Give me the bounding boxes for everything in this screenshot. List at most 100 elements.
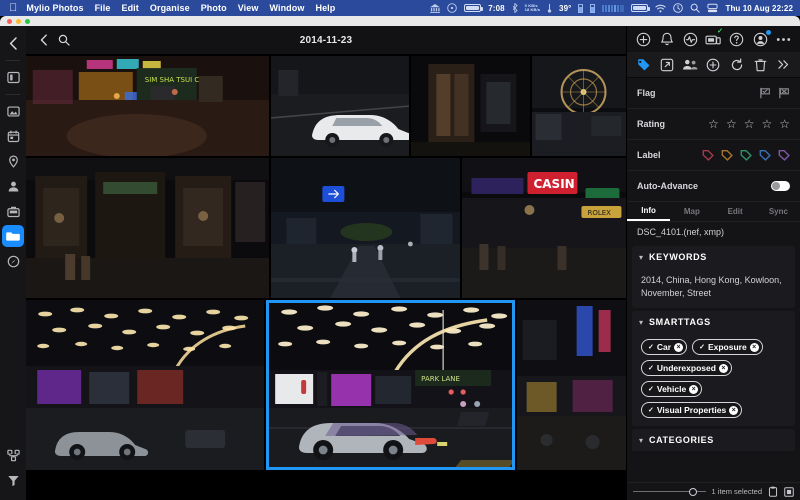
graph-icon[interactable] <box>602 4 625 12</box>
clipboard-icon[interactable] <box>768 486 778 497</box>
photo-street-neon[interactable] <box>516 300 626 470</box>
spotlight-search-icon[interactable] <box>690 3 701 13</box>
menu-view[interactable]: View <box>238 3 259 13</box>
wifi-icon[interactable] <box>655 4 667 13</box>
star-outline-icon[interactable]: ☆ <box>708 118 719 130</box>
flag-reject-icon[interactable] <box>778 87 790 99</box>
activity-button[interactable] <box>682 31 699 48</box>
star-outline-icon[interactable]: ☆ <box>726 118 737 130</box>
tab-sync[interactable]: Sync <box>757 202 800 221</box>
sidebar-item-projects[interactable] <box>2 200 24 222</box>
keywords-text[interactable]: 2014, China, Hong Kong, Kowloon, Novembe… <box>641 274 786 300</box>
menu-window[interactable]: Window <box>269 3 304 13</box>
menu-photo[interactable]: Photo <box>201 3 227 13</box>
tag-tool[interactable] <box>635 56 652 73</box>
photo-walkway[interactable] <box>271 158 461 298</box>
people-tool[interactable] <box>682 56 699 73</box>
photo-doorway[interactable] <box>411 56 530 156</box>
sidebar-item-filter[interactable] <box>2 469 24 491</box>
photo-casino[interactable]: CASIN ROLEX <box>462 158 626 298</box>
sidebar-item-all-photos[interactable] <box>2 100 24 122</box>
sensor2-icon[interactable] <box>590 3 596 13</box>
label-tag-icon-orange[interactable] <box>721 149 733 161</box>
cd-icon[interactable] <box>447 3 458 13</box>
thumbnail-size-slider[interactable] <box>633 487 706 496</box>
close-icon[interactable]: × <box>674 342 684 352</box>
close-window-button[interactable] <box>7 18 12 24</box>
flag-set-icon[interactable] <box>759 87 771 99</box>
smarttag-chip[interactable]: ✓ Exposure × <box>692 339 763 355</box>
battery-icon[interactable] <box>464 4 484 12</box>
sidebar-item-people[interactable] <box>2 175 24 197</box>
menu-help[interactable]: Help <box>315 3 335 13</box>
browser-search-button[interactable] <box>54 30 74 50</box>
menubar-clock[interactable]: Thu 10 Aug 22:22 <box>725 4 793 13</box>
smarttag-chip[interactable]: ✓ Underexposed × <box>641 360 732 376</box>
photo-lights-plaza[interactable] <box>26 300 265 470</box>
smarttag-chip[interactable]: ✓ Vehicle × <box>641 381 703 397</box>
close-icon[interactable]: × <box>718 363 728 373</box>
timemachine-icon[interactable] <box>673 3 684 13</box>
label-tag-icon-red[interactable] <box>702 149 714 161</box>
browser-back-button[interactable] <box>34 30 54 50</box>
menu-organise[interactable]: Organise <box>150 3 190 13</box>
sidebar-item-organise[interactable] <box>2 444 24 466</box>
tab-edit[interactable]: Edit <box>714 202 757 221</box>
photo-silver-car-selected[interactable]: PARK LANE <box>266 300 515 470</box>
menu-app-name[interactable]: Mylio Photos <box>26 3 83 13</box>
star-outline-icon[interactable]: ☆ <box>779 118 790 130</box>
temperature-icon[interactable] <box>547 3 552 13</box>
label-tag-icon-blue[interactable] <box>759 149 771 161</box>
sidebar-item-places[interactable] <box>2 150 24 172</box>
tab-info[interactable]: Info <box>627 202 671 221</box>
sidebar-item-sidebar-toggle[interactable] <box>2 66 24 88</box>
panel-icon[interactable] <box>784 486 794 497</box>
close-icon[interactable]: × <box>749 342 759 352</box>
network-speed-icon[interactable]: 0 KB/s 18 KB/s <box>525 3 540 13</box>
minimise-window-button[interactable] <box>16 18 21 24</box>
more-button[interactable] <box>775 31 792 48</box>
keywords-header[interactable]: ▾ KEYWORDS <box>632 246 795 268</box>
label-tag-icon-green[interactable] <box>740 149 752 161</box>
smarttags-header[interactable]: ▾ SMARTTAGS <box>632 311 795 333</box>
menu-file[interactable]: File <box>95 3 111 13</box>
slider-knob[interactable] <box>688 487 697 496</box>
tab-map[interactable]: Map <box>670 202 713 221</box>
bank-icon[interactable] <box>430 3 441 13</box>
rating-stars[interactable]: ☆ ☆ ☆ ☆ ☆ <box>708 118 790 130</box>
close-icon[interactable]: × <box>729 405 739 415</box>
controlcenter-icon[interactable] <box>707 3 718 13</box>
delete-tool[interactable] <box>752 56 769 73</box>
account-button[interactable] <box>752 29 771 48</box>
star-outline-icon[interactable]: ☆ <box>744 118 755 130</box>
devices-button[interactable]: ✓ <box>705 28 723 48</box>
help-button[interactable] <box>728 31 745 48</box>
sidebar-item-dashboard[interactable] <box>2 250 24 272</box>
maximise-window-button[interactable] <box>25 18 30 24</box>
bluetooth-icon[interactable] <box>512 3 518 13</box>
sidebar-item-folders[interactable] <box>2 225 24 247</box>
label-tag-icon-purple[interactable] <box>778 149 790 161</box>
export-tool[interactable] <box>658 56 675 73</box>
add-tool[interactable] <box>705 56 722 73</box>
smarttag-chip[interactable]: ✓ Visual Properties × <box>641 402 743 418</box>
photo-street-market[interactable]: SIM SHA TSUI CENT <box>26 56 269 156</box>
sidebar-item-calendar[interactable] <box>2 125 24 147</box>
photo-arcade[interactable] <box>26 158 270 298</box>
smarttag-chip[interactable]: ✓ Car × <box>641 339 688 355</box>
apple-menu-icon[interactable]:  <box>9 2 17 14</box>
add-button[interactable] <box>635 31 652 48</box>
sensor-icon[interactable] <box>578 3 584 13</box>
close-icon[interactable]: × <box>689 384 699 394</box>
menu-edit[interactable]: Edit <box>121 3 138 13</box>
auto-advance-toggle[interactable] <box>771 181 790 191</box>
rotate-tool[interactable] <box>728 56 745 73</box>
notifications-button[interactable] <box>658 31 675 48</box>
photo-white-car[interactable] <box>270 56 410 156</box>
more-tools[interactable] <box>775 56 792 73</box>
photo-ferris[interactable] <box>531 56 626 156</box>
rail-back-button[interactable] <box>2 32 24 54</box>
categories-header[interactable]: ▾ CATEGORIES <box>632 429 795 451</box>
battery2-icon[interactable] <box>631 4 651 12</box>
star-outline-icon[interactable]: ☆ <box>761 118 772 130</box>
